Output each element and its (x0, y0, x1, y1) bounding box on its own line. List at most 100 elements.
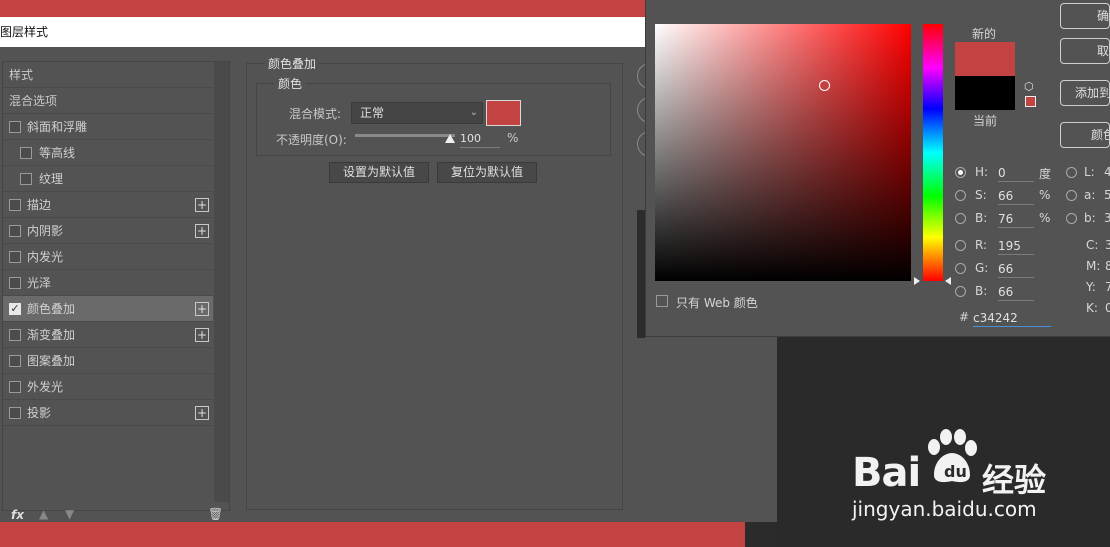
blue-input[interactable]: 66 (998, 283, 1034, 301)
baidu-jingyan-watermark: Bai du 经验 jingyan.baidu.com (850, 425, 1090, 525)
lab-b-radio[interactable] (1066, 213, 1077, 224)
style-item-inner-glow[interactable]: 内发光 (3, 244, 213, 270)
style-item-gradient-overlay[interactable]: 渐变叠加 + (3, 322, 213, 348)
h-input[interactable]: 0 (998, 164, 1034, 182)
cube-icon[interactable]: ⬡ (1024, 80, 1034, 93)
plus-icon[interactable]: + (195, 224, 209, 238)
l-input[interactable]: 4 (1104, 165, 1110, 179)
hue-slider-arrow-left[interactable] (914, 277, 920, 285)
arrow-down-icon[interactable]: ▼ (65, 507, 74, 521)
style-list: 样式 混合选项 斜面和浮雕 等高线 纹理 描边 + 内阴影 + 内发光 光泽 ✓… (3, 62, 213, 426)
r-radio[interactable] (955, 240, 966, 251)
cancel-button[interactable]: 取 (1060, 38, 1110, 64)
style-item-texture[interactable]: 纹理 (3, 166, 213, 192)
g-input[interactable]: 66 (998, 260, 1034, 278)
inner-glow-checkbox[interactable] (9, 251, 21, 263)
saturation-brightness-field[interactable] (655, 24, 911, 281)
h-radio[interactable] (955, 167, 966, 178)
color-pick-marker[interactable] (819, 80, 830, 91)
style-item-bevel[interactable]: 斜面和浮雕 (3, 114, 213, 140)
outer-glow-checkbox[interactable] (9, 381, 21, 393)
plus-icon[interactable]: + (195, 302, 209, 316)
y-input[interactable]: 7 (1105, 280, 1110, 294)
s-input[interactable]: 66 (998, 187, 1034, 205)
fx-menu-button[interactable]: fx (11, 508, 24, 522)
hex-input[interactable]: c34242 (973, 309, 1051, 327)
styles-header[interactable]: 样式 (3, 62, 213, 88)
texture-checkbox[interactable] (20, 173, 32, 185)
hue-slider-arrow-right[interactable] (945, 277, 951, 285)
style-item-stroke[interactable]: 描边 + (3, 192, 213, 218)
section-title: 颜色叠加 (265, 55, 320, 72)
lab-b-input[interactable]: 3 (1104, 211, 1110, 225)
blend-mode-select[interactable]: 正常 ⌄ (351, 102, 483, 124)
style-item-label: 等高线 (39, 146, 76, 160)
stroke-checkbox[interactable] (9, 199, 21, 211)
gamut-warning-swatch-icon[interactable] (1025, 96, 1036, 107)
inner-shadow-checkbox[interactable] (9, 225, 21, 237)
color-libraries-button[interactable]: 颜色 (1060, 122, 1110, 148)
web-colors-checkbox[interactable] (656, 295, 668, 307)
style-item-inner-shadow[interactable]: 内阴影 + (3, 218, 213, 244)
reset-default-button[interactable]: 复位为默认值 (437, 162, 537, 183)
pattern-overlay-checkbox[interactable] (9, 355, 21, 367)
r-label: R: (975, 238, 988, 252)
plus-icon[interactable]: + (195, 406, 209, 420)
b-radio[interactable] (955, 213, 966, 224)
opacity-unit: % (507, 131, 519, 145)
plus-icon[interactable]: + (195, 198, 209, 212)
watermark-brand: Bai (852, 450, 921, 496)
c-input[interactable]: 3 (1105, 238, 1110, 252)
web-colors-label: 只有 Web 颜色 (676, 296, 758, 310)
bevel-checkbox[interactable] (9, 121, 21, 133)
style-item-label: 内阴影 (27, 224, 64, 238)
field-row-m: M: 8 (1086, 258, 1110, 276)
style-item-satin[interactable]: 光泽 (3, 270, 213, 296)
set-default-button[interactable]: 设置为默认值 (329, 162, 429, 183)
a-radio[interactable] (1066, 190, 1077, 201)
k-input[interactable]: 0 (1105, 301, 1110, 315)
style-item-contour[interactable]: 等高线 (3, 140, 213, 166)
opacity-slider[interactable] (355, 134, 455, 137)
style-list-scrollbar[interactable] (214, 62, 229, 502)
field-row-hex: # c34242 (955, 309, 1055, 327)
field-row-k: K: 0 (1086, 300, 1110, 318)
ok-button[interactable]: 确 (1060, 3, 1110, 29)
b-input[interactable]: 76 (998, 210, 1034, 228)
blend-options-item[interactable]: 混合选项 (3, 88, 213, 114)
arrow-up-icon[interactable]: ▲ (39, 507, 48, 521)
overlay-color-swatch[interactable] (486, 100, 521, 126)
drop-shadow-checkbox[interactable] (9, 407, 21, 419)
s-radio[interactable] (955, 190, 966, 201)
opacity-slider-thumb[interactable] (445, 134, 455, 143)
field-row-blue: B: 66 (955, 283, 1035, 301)
style-item-drop-shadow[interactable]: 投影 + (3, 400, 213, 426)
satin-checkbox[interactable] (9, 277, 21, 289)
blend-mode-value: 正常 (360, 106, 385, 120)
r-input[interactable]: 195 (998, 237, 1034, 255)
style-item-label: 描边 (27, 198, 52, 212)
add-to-swatches-button[interactable]: 添加到 (1060, 80, 1110, 106)
style-item-color-overlay[interactable]: ✓ 颜色叠加 + (3, 296, 213, 322)
hue-slider[interactable] (923, 24, 943, 281)
field-row-r: R: 195 (955, 237, 1035, 255)
canvas-top (0, 0, 645, 17)
field-row-c: C: 3 (1086, 237, 1110, 255)
g-radio[interactable] (955, 263, 966, 274)
watermark-brand-cn: 经验 (982, 461, 1047, 499)
style-item-outer-glow[interactable]: 外发光 (3, 374, 213, 400)
l-radio[interactable] (1066, 167, 1077, 178)
current-color-swatch[interactable] (955, 76, 1015, 110)
color-overlay-checkbox[interactable]: ✓ (9, 303, 21, 315)
gradient-overlay-checkbox[interactable] (9, 329, 21, 341)
field-row-b: B: 76 % (955, 210, 1055, 228)
plus-icon[interactable]: + (195, 328, 209, 342)
trash-icon[interactable]: 🗑 (208, 507, 223, 521)
blue-radio[interactable] (955, 286, 966, 297)
opacity-input[interactable]: 100 (460, 130, 500, 148)
m-input[interactable]: 8 (1105, 259, 1110, 273)
style-item-label: 斜面和浮雕 (27, 120, 88, 134)
contour-checkbox[interactable] (20, 147, 32, 159)
style-item-pattern-overlay[interactable]: 图案叠加 (3, 348, 213, 374)
a-input[interactable]: 5 (1104, 188, 1110, 202)
